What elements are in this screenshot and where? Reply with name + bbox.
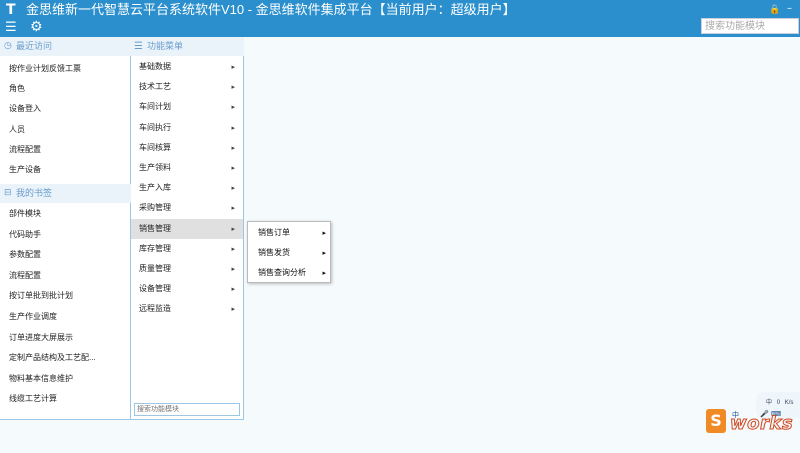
chevron-right-icon: ▸ bbox=[231, 204, 235, 213]
recent-title: 最近访问 bbox=[16, 41, 53, 51]
search-input[interactable] bbox=[701, 18, 799, 34]
function-menu-item[interactable]: 车间执行 ▸ bbox=[131, 118, 243, 138]
gear-icon[interactable]: ⚙ bbox=[30, 20, 43, 34]
watermark-logo-icon: S bbox=[706, 409, 726, 433]
submenu-item-label: 销售查询分析 bbox=[258, 268, 306, 277]
chevron-right-icon: ▸ bbox=[322, 229, 326, 237]
function-menu-item[interactable]: 采购管理 ▸ bbox=[131, 198, 243, 218]
function-menu-item[interactable]: 车间计划 ▸ bbox=[131, 97, 243, 117]
function-menu-item[interactable]: 车间核算 ▸ bbox=[131, 138, 243, 158]
function-menu-item-label: 库存管理 bbox=[139, 243, 171, 253]
function-menu-item[interactable]: 销售管理 ▸ bbox=[131, 218, 243, 239]
bookmark-item[interactable]: 代码助手 bbox=[9, 229, 41, 241]
bookmarks-title: 我的书签 bbox=[16, 188, 53, 198]
chevron-right-icon: ▸ bbox=[231, 164, 235, 172]
function-menu-item[interactable]: 技术工艺 ▸ bbox=[131, 77, 243, 97]
chevron-right-icon: ▸ bbox=[231, 244, 235, 253]
watermark-brand: works bbox=[729, 413, 794, 435]
bookmarks-section-header: ⊟ 我的书签 bbox=[0, 184, 131, 203]
function-menu-item-label: 技术工艺 bbox=[139, 82, 171, 92]
submenu-item[interactable]: 销售发货 ▸ bbox=[258, 247, 330, 259]
bookmark-item[interactable]: 生产作业调度 bbox=[9, 311, 57, 323]
sales-submenu: 销售订单 ▸ 销售发货 ▸ 销售查询分析 ▸ bbox=[247, 221, 331, 283]
chevron-right-icon: ▸ bbox=[322, 249, 326, 257]
chevron-right-icon: ▸ bbox=[231, 63, 235, 71]
recent-item[interactable]: 设备登入 bbox=[9, 103, 41, 115]
chevron-right-icon: ▸ bbox=[231, 265, 235, 273]
recent-item[interactable]: 流程配置 bbox=[9, 144, 41, 156]
function-menu-item-label: 采购管理 bbox=[139, 203, 171, 213]
left-panel: ◷ 最近访问 按作业计划反馈工票 角色 设备登入 人员 流程配置 生产设备 ⊟ 我的书签 … bbox=[0, 37, 131, 420]
chevron-right-icon: ▸ bbox=[322, 269, 326, 277]
submenu-item-label: 销售订单 bbox=[258, 228, 290, 237]
chevron-right-icon: ▸ bbox=[231, 123, 235, 132]
bookmark-item[interactable]: 参数配置 bbox=[9, 249, 41, 261]
top-bar: T 金思维新一代智慧云平台系统软件V10 - 金思维软件集成平台【当前用户：超级… bbox=[0, 0, 800, 37]
function-menu-item[interactable]: 设备管理 ▸ bbox=[131, 279, 243, 299]
function-menu-item-label: 远程监造 bbox=[139, 304, 171, 314]
function-menu-item[interactable]: 远程监造 ▸ bbox=[131, 299, 243, 319]
function-menu-panel: ☰ 功能菜单 基础数据 ▸ 技术工艺 ▸ 车间计划 ▸ 车间执行 ▸ 车间核算 ▸ 生产领料 ▸ 生产入… bbox=[131, 37, 244, 420]
bookmark-item[interactable]: 部件模块 bbox=[9, 208, 41, 220]
function-menu-item-label: 车间执行 bbox=[139, 122, 171, 132]
chevron-right-icon: ▸ bbox=[231, 224, 235, 233]
recent-item[interactable]: 人员 bbox=[9, 124, 25, 136]
bookmark-item[interactable]: 订单进度大屏展示 bbox=[9, 332, 73, 344]
bookmark-item[interactable]: 按订单批到批计划 bbox=[9, 290, 73, 302]
function-menu-item-label: 生产入库 bbox=[139, 183, 171, 193]
submenu-item[interactable]: 销售订单 ▸ bbox=[258, 227, 330, 239]
clock-icon: ◷ bbox=[4, 41, 12, 51]
bookmark-item[interactable]: 线缆工艺计算 bbox=[9, 393, 57, 405]
function-menu-item-label: 生产领料 bbox=[139, 163, 171, 172]
chevron-right-icon: ▸ bbox=[231, 285, 235, 294]
function-menu-item-label: 基础数据 bbox=[139, 62, 171, 71]
function-menu-item[interactable]: 库存管理 ▸ bbox=[131, 239, 243, 259]
bookmark-item[interactable]: 定制产品结构及工艺配... bbox=[9, 352, 96, 364]
function-menu-item-label: 设备管理 bbox=[139, 284, 171, 294]
tray-speed-value: 0 bbox=[776, 400, 781, 406]
chevron-right-icon: ▸ bbox=[231, 305, 235, 314]
list-icon: ☰ bbox=[134, 41, 143, 52]
app-logo-icon: T bbox=[6, 2, 16, 18]
bookmark-item[interactable]: 流程配置 bbox=[9, 270, 41, 282]
watermark: S 中 🎤 ⌨ works bbox=[706, 409, 800, 445]
function-menu-header: ☰ 功能菜单 bbox=[131, 37, 244, 56]
lock-icon[interactable]: 🔒 bbox=[769, 3, 780, 17]
function-menu-item[interactable]: 质量管理 ▸ bbox=[131, 259, 243, 279]
chevron-right-icon: ▸ bbox=[231, 83, 235, 92]
submenu-item[interactable]: 销售查询分析 ▸ bbox=[258, 267, 330, 279]
chevron-right-icon: ▸ bbox=[231, 184, 235, 193]
function-menu-item[interactable]: 生产入库 ▸ bbox=[131, 178, 243, 198]
recent-item[interactable]: 生产设备 bbox=[9, 164, 41, 176]
recent-item[interactable]: 角色 bbox=[9, 83, 25, 95]
recent-section-header: ◷ 最近访问 bbox=[0, 37, 131, 56]
function-menu-item-label: 质量管理 bbox=[139, 264, 171, 273]
app-title: 金思维新一代智慧云平台系统软件V10 - 金思维软件集成平台【当前用户：超级用户… bbox=[26, 2, 516, 17]
function-menu-item-label: 车间计划 bbox=[139, 102, 171, 112]
bookmark-item[interactable]: 物料基本信息维护 bbox=[9, 373, 73, 385]
submenu-item-label: 销售发货 bbox=[258, 248, 290, 257]
tray-speed-unit: K/s bbox=[784, 400, 794, 406]
menu-icon[interactable]: ☰ bbox=[5, 21, 17, 35]
tray-ime: 中 bbox=[766, 400, 773, 406]
function-menu-item[interactable]: 基础数据 ▸ bbox=[131, 57, 243, 77]
recent-item[interactable]: 按作业计划反馈工票 bbox=[9, 63, 81, 75]
chevron-right-icon: ▸ bbox=[231, 103, 235, 112]
minimize-icon[interactable]: – bbox=[787, 2, 792, 16]
function-menu-item-label: 销售管理 bbox=[139, 223, 171, 233]
function-menu-title: 功能菜单 bbox=[147, 41, 184, 51]
chevron-right-icon: ▸ bbox=[231, 143, 235, 152]
function-menu-item[interactable]: 生产领料 ▸ bbox=[131, 158, 243, 178]
function-menu-item-label: 车间核算 bbox=[139, 142, 171, 152]
bookmark-icon: ⊟ bbox=[4, 188, 12, 198]
function-search-input[interactable] bbox=[134, 403, 240, 416]
